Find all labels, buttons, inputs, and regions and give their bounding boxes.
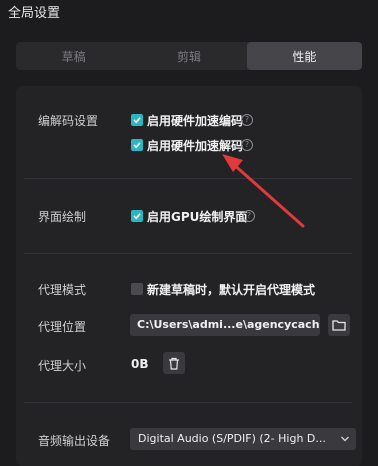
hw-encode-label: 启用硬件加速编码 xyxy=(147,114,244,128)
help-icon[interactable]: ? xyxy=(243,210,255,222)
chevron-down-icon xyxy=(341,436,349,442)
tab-drafts[interactable]: 草稿 xyxy=(16,42,131,70)
tab-performance[interactable]: 性能 xyxy=(246,42,362,70)
check-icon xyxy=(133,213,141,220)
trash-icon xyxy=(169,357,179,370)
hw-encode-checkbox[interactable] xyxy=(131,114,143,126)
proxy-size-value: 0B xyxy=(131,357,149,371)
ui-render-label: 界面绘制 xyxy=(38,210,87,224)
section-divider xyxy=(24,253,352,254)
proxy-location-field[interactable]: C:\Users\admi...e\agencycache xyxy=(130,314,320,336)
audio-output-label: 音频输出设备 xyxy=(38,434,111,448)
codec-settings-label: 编解码设置 xyxy=(38,114,99,128)
check-icon xyxy=(133,117,141,124)
proxy-mode-option-label: 新建草稿时，默认开启代理模式 xyxy=(147,283,316,297)
proxy-mode-checkbox[interactable] xyxy=(131,283,143,295)
clear-cache-button[interactable] xyxy=(163,352,185,374)
proxy-size-label: 代理大小 xyxy=(38,359,87,373)
gpu-render-label: 启用GPU绘制界面 xyxy=(147,210,248,224)
check-icon xyxy=(133,142,141,149)
audio-output-value: Digital Audio (S/PDIF) (2- High D... xyxy=(138,432,326,445)
tab-editing[interactable]: 剪辑 xyxy=(131,42,246,70)
proxy-mode-label: 代理模式 xyxy=(38,283,87,297)
help-icon[interactable]: ? xyxy=(241,114,253,126)
folder-icon xyxy=(332,320,346,331)
section-divider xyxy=(24,402,352,403)
browse-folder-button[interactable] xyxy=(328,314,350,336)
tab-bar: 草稿 剪辑 性能 xyxy=(16,42,362,70)
audio-output-select[interactable]: Digital Audio (S/PDIF) (2- High D... xyxy=(130,428,356,450)
hw-decode-checkbox[interactable] xyxy=(131,139,143,151)
window-title: 全局设置 xyxy=(8,6,61,21)
proxy-location-label: 代理位置 xyxy=(38,320,87,334)
hw-decode-label: 启用硬件加速解码 xyxy=(147,139,244,153)
gpu-render-checkbox[interactable] xyxy=(131,210,143,222)
section-divider xyxy=(24,178,352,179)
help-icon[interactable]: ? xyxy=(241,139,253,151)
